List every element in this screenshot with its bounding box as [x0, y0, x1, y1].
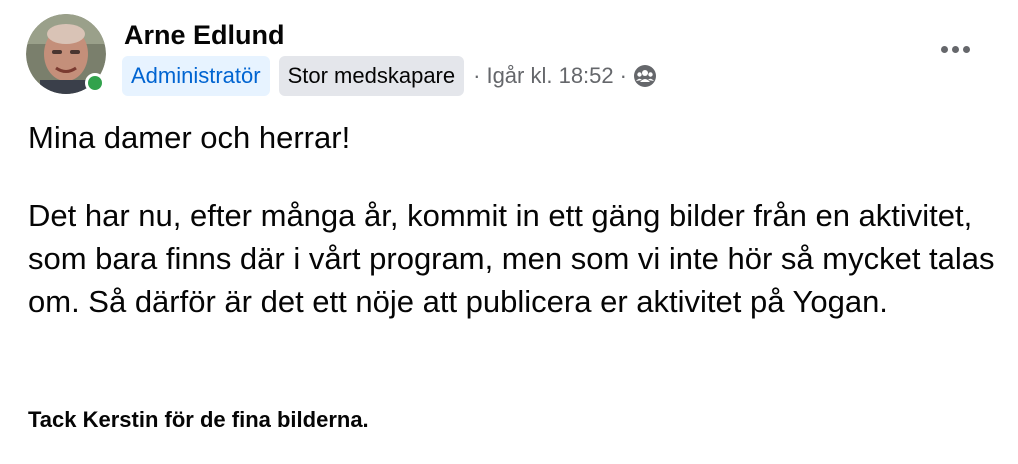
online-status-indicator	[85, 73, 105, 93]
post-meta: Administratör Stor medskapare · Igår kl.…	[122, 56, 657, 96]
author-name[interactable]: Arne Edlund	[124, 18, 285, 52]
group-audience-icon[interactable]	[633, 64, 657, 88]
post-timestamp[interactable]: Igår kl. 18:52	[486, 63, 613, 89]
admin-badge: Administratör	[122, 56, 270, 96]
meta-info: · Igår kl. 18:52 ·	[473, 63, 657, 89]
meta-separator: ·	[473, 63, 481, 88]
post-thanks: Tack Kerstin för de fina bilderna.	[28, 407, 369, 432]
creator-badge: Stor medskapare	[278, 56, 465, 96]
more-options-button[interactable]	[930, 34, 980, 64]
post-greeting: Mina damer och herrar!	[28, 120, 351, 155]
more-options-icon	[939, 45, 972, 53]
post-body: Det har nu, efter många år, kommit in et…	[28, 198, 995, 319]
meta-separator: ·	[619, 63, 627, 88]
author-avatar[interactable]	[26, 14, 106, 94]
post-card: Arne Edlund Administratör Stor medskapar…	[0, 0, 1018, 464]
